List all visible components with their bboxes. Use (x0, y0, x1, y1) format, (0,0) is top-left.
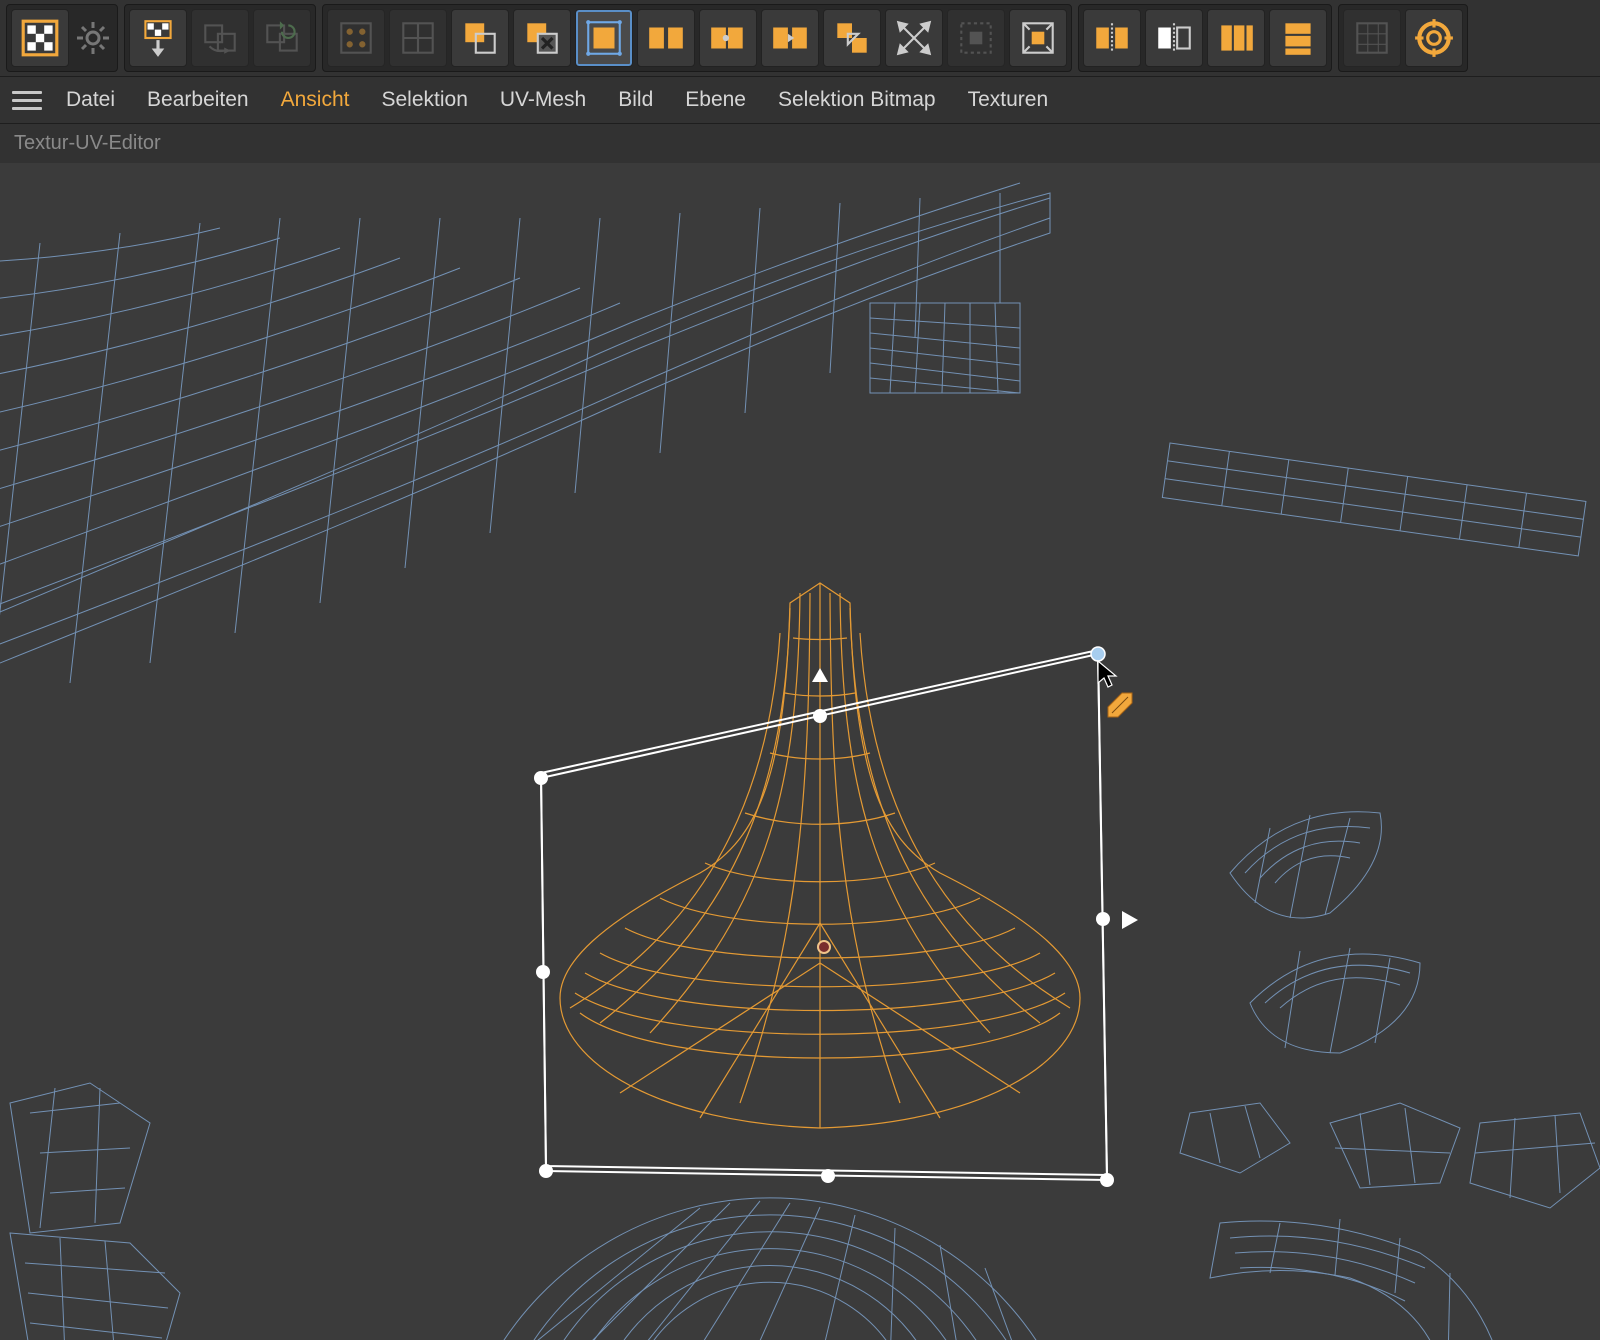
uv-down-arrow-icon[interactable] (129, 9, 187, 67)
mirror-single-icon[interactable] (1145, 9, 1203, 67)
uv-islands-unselected (0, 183, 1600, 1340)
grid-dots-icon[interactable] (327, 9, 385, 67)
uv-island-selected[interactable] (560, 583, 1080, 1128)
overlap-full-icon[interactable] (575, 9, 633, 67)
arrows-out-icon[interactable] (885, 9, 943, 67)
menubar: Datei Bearbeiten Ansicht Selektion UV-Me… (0, 77, 1600, 124)
overlap-gap1-icon[interactable] (637, 9, 695, 67)
settings-cog-icon[interactable] (73, 18, 113, 58)
tool-group-align (1338, 4, 1468, 72)
menu-texturen[interactable]: Texturen (952, 80, 1065, 120)
uv-checker-icon[interactable] (11, 9, 69, 67)
remap-icon[interactable] (191, 9, 249, 67)
scale-tool-icon (1108, 693, 1132, 717)
mirror-h-icon[interactable] (1207, 9, 1265, 67)
mirror-v-icon[interactable] (1269, 9, 1327, 67)
tool-group-display (6, 4, 118, 72)
mirror-dual-icon[interactable] (1083, 9, 1141, 67)
overlap-gap2-icon[interactable] (699, 9, 757, 67)
menu-bild[interactable]: Bild (602, 80, 669, 120)
align-grid-icon[interactable] (1343, 9, 1401, 67)
menu-uvmesh[interactable]: UV-Mesh (484, 80, 602, 120)
transform-gizmo[interactable] (534, 647, 1138, 1187)
transform-bbox[interactable] (541, 650, 1107, 1175)
tool-group-layout (322, 4, 1072, 72)
menu-selektion[interactable]: Selektion (365, 80, 483, 120)
menu-selektion-bitmap[interactable]: Selektion Bitmap (762, 80, 952, 120)
overlap-arrow1-icon[interactable] (761, 9, 819, 67)
frame-pinch-icon[interactable] (1009, 9, 1067, 67)
menu-ebene[interactable]: Ebene (669, 80, 762, 120)
overlap-arrow2-icon[interactable] (823, 9, 881, 67)
frame-outline-icon[interactable] (947, 9, 1005, 67)
menu-ansicht[interactable]: Ansicht (265, 80, 366, 120)
overlap-br-x-icon[interactable] (513, 9, 571, 67)
tool-group-mirror (1078, 4, 1332, 72)
recycle-icon[interactable] (253, 9, 311, 67)
toolbar (0, 0, 1600, 77)
grid-plain-icon[interactable] (389, 9, 447, 67)
align-circle-icon[interactable] (1405, 9, 1463, 67)
overlap-tl-icon[interactable] (451, 9, 509, 67)
menu-bearbeiten[interactable]: Bearbeiten (131, 80, 265, 120)
panel-title: Textur-UV-Editor (0, 124, 1600, 163)
menu-datei[interactable]: Datei (50, 80, 131, 120)
cursor-icon (1098, 661, 1116, 687)
hamburger-menu-icon[interactable] (8, 85, 50, 115)
uv-viewport[interactable] (0, 163, 1600, 1340)
tool-group-project (124, 4, 316, 72)
